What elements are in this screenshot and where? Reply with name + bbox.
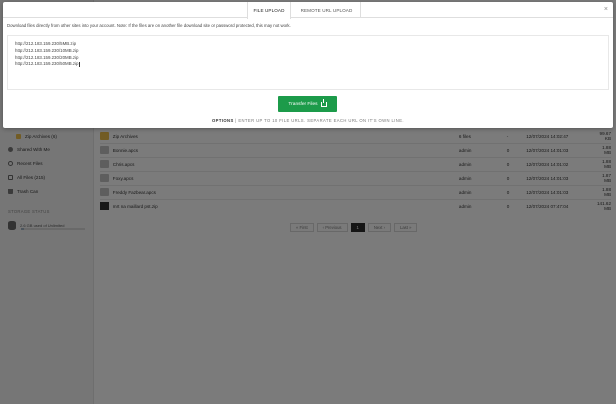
url-line: http://212.183.159.230/50MB.zip [15, 61, 601, 68]
remote-upload-notice: Download files directly from other sites… [7, 23, 291, 28]
upload-tray-icon [320, 98, 327, 107]
url-line-text: http://212.183.159.230/50MB.zip [15, 61, 79, 67]
close-icon[interactable]: × [604, 6, 608, 13]
text-caret [79, 61, 81, 67]
modal-tabs: FILE UPLOAD REMOTE URL UPLOAD × [3, 2, 613, 19]
url-textarea[interactable]: http://212.183.159.230/5MB.zip http://21… [7, 35, 609, 90]
options-label: OPTIONS [212, 118, 234, 123]
upload-modal: FILE UPLOAD REMOTE URL UPLOAD × Download… [3, 2, 613, 128]
url-line: http://212.183.159.230/5MB.zip [15, 41, 77, 46]
transfer-files-label: Transfer Files [288, 101, 318, 107]
options-hint-text: ENTER UP TO 10 FILE URLS. SEPARATE EACH … [238, 118, 404, 123]
options-hint: OPTIONS | ENTER UP TO 10 FILE URLS. SEPA… [3, 118, 613, 123]
url-line: http://212.183.159.230/20MB.zip [15, 54, 79, 60]
url-line: http://212.183.159.230/10MB.zip [15, 47, 79, 53]
tab-remote-url-upload[interactable]: REMOTE URL UPLOAD [293, 2, 361, 18]
options-separator: | [235, 118, 237, 123]
tab-file-upload[interactable]: FILE UPLOAD [247, 2, 291, 19]
transfer-files-button[interactable]: Transfer Files [278, 96, 337, 112]
